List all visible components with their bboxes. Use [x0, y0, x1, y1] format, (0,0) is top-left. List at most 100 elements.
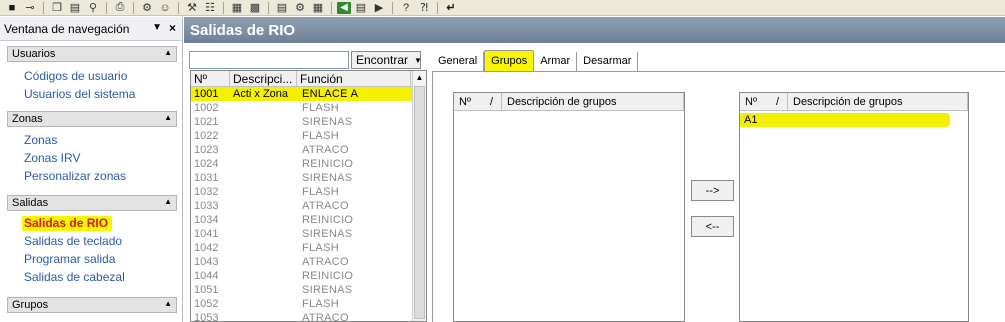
- vertical-scrollbar[interactable]: ▲: [412, 71, 426, 321]
- add-group-button[interactable]: -->: [691, 180, 734, 201]
- nav-group-header[interactable]: Salidas ▲: [7, 195, 177, 211]
- nav-item-programar-salida[interactable]: Programar salida: [7, 250, 177, 268]
- column-header-no[interactable]: Nº: [191, 71, 230, 86]
- pin-icon[interactable]: ▼: [152, 22, 162, 33]
- document-icon[interactable]: ▤: [353, 1, 369, 15]
- config-icon[interactable]: ⚒: [184, 1, 200, 15]
- column-header-no[interactable]: Nº /: [454, 93, 502, 110]
- tab-desarmar[interactable]: Desarmar: [577, 52, 639, 71]
- back-icon[interactable]: ◀: [337, 1, 351, 14]
- save-icon[interactable]: ■: [4, 1, 20, 15]
- table-row[interactable]: 1032 FLASH: [191, 185, 426, 199]
- cell-no: 1042: [194, 242, 219, 254]
- table-row[interactable]: 1042 FLASH: [191, 241, 426, 255]
- table-row[interactable]: 1043 ATRACO: [191, 255, 426, 269]
- list-item[interactable]: A1: [740, 113, 950, 127]
- cell-no: 1052: [194, 298, 219, 310]
- copy-icon[interactable]: ❐: [49, 1, 65, 15]
- nav-item-codigos-de-usuario[interactable]: Códigos de usuario: [7, 67, 177, 85]
- attach-icon[interactable]: ⊸: [22, 1, 38, 15]
- remove-group-button[interactable]: <--: [691, 216, 734, 237]
- tab-bar: General Grupos Armar Desarmar: [432, 50, 1005, 72]
- cell-function: ATRACO: [302, 144, 349, 156]
- search-input[interactable]: [189, 51, 349, 69]
- scroll-up-icon[interactable]: ▲: [413, 71, 426, 85]
- tab-grupos[interactable]: Grupos: [484, 50, 535, 71]
- assigned-groups-list[interactable]: Nº / Descripción de grupos A1: [739, 92, 969, 322]
- chevron-down-icon[interactable]: ▼: [414, 56, 422, 65]
- chevron-up-icon[interactable]: ▲: [164, 299, 172, 308]
- forward-icon[interactable]: ▶: [371, 1, 387, 15]
- cell-description: [230, 283, 297, 297]
- exit-icon[interactable]: ↵: [443, 1, 459, 15]
- table-row[interactable]: 1022 FLASH: [191, 129, 426, 143]
- toolbar-separator: [331, 1, 332, 14]
- report-icon[interactable]: ▦: [310, 1, 326, 15]
- column-header-description[interactable]: Descripción de grupos: [788, 93, 968, 110]
- paste-icon[interactable]: ▤: [67, 1, 83, 15]
- table-row[interactable]: 1041 SIRENAS: [191, 227, 426, 241]
- tab-content-grupos: Nº / Descripción de grupos --> <-- Nº / De…: [432, 72, 1005, 322]
- help-icon[interactable]: ?: [398, 1, 414, 15]
- nav-item-salidas-de-rio[interactable]: Salidas de RIO: [7, 214, 177, 232]
- nav-item-salidas-de-cabezal[interactable]: Salidas de cabezal: [7, 268, 177, 286]
- available-groups-list[interactable]: Nº / Descripción de grupos: [453, 92, 685, 322]
- nav-group-header[interactable]: Grupos ▲: [7, 297, 177, 313]
- table-row[interactable]: 1033 ATRACO: [191, 199, 426, 213]
- nav-item-personalizar-zonas[interactable]: Personalizar zonas: [7, 167, 177, 185]
- cell-function: FLASH: [302, 130, 339, 142]
- table-row[interactable]: 1023 ATRACO: [191, 143, 426, 157]
- toolbar: ■ ⊸ ❐ ▤ ⚲ ⎙ ⚙ ☺ ⚒ ☷ ▦ ▩ ▤ ⚙ ▦ ◀ ▤ ▶ ? ⁈ …: [0, 0, 1005, 16]
- cell-function: FLASH: [302, 298, 339, 310]
- user-icon[interactable]: ☺: [157, 1, 173, 15]
- cell-no: 1024: [194, 158, 219, 170]
- table-row[interactable]: 1051 SIRENAS: [191, 283, 426, 297]
- monitor-icon[interactable]: ▩: [247, 1, 263, 15]
- search-icon[interactable]: ⚲: [85, 1, 101, 15]
- cell-function: FLASH: [302, 186, 339, 198]
- nav-item-zonas[interactable]: Zonas: [7, 131, 177, 149]
- nav-group-zonas: Zonas ▲ Zonas Zonas IRV Personalizar zon…: [7, 111, 177, 185]
- tab-general[interactable]: General: [432, 52, 485, 71]
- chevron-up-icon[interactable]: ▲: [164, 113, 172, 122]
- table-row[interactable]: 1002 FLASH: [191, 101, 426, 115]
- chevron-up-icon[interactable]: ▲: [164, 197, 172, 206]
- cell-function: ATRACO: [302, 200, 349, 212]
- table-row[interactable]: 1052 FLASH: [191, 297, 426, 311]
- network-icon[interactable]: ☷: [202, 1, 218, 15]
- nav-group-header[interactable]: Zonas ▲: [7, 111, 177, 127]
- scrollbar-thumb[interactable]: [414, 86, 425, 319]
- column-header-function[interactable]: Función: [297, 71, 411, 86]
- cell-function: REINICIO: [302, 214, 354, 226]
- document-icon[interactable]: ▤: [274, 1, 290, 15]
- context-help-icon[interactable]: ⁈: [416, 1, 432, 15]
- cell-function: SIRENAS: [302, 116, 353, 128]
- tools-icon[interactable]: ⚙: [139, 1, 155, 15]
- report-icon[interactable]: ▦: [229, 1, 245, 15]
- table-row[interactable]: 1053 ATRACO: [191, 311, 426, 321]
- table-row[interactable]: 1001 Acti x Zona ENLACE A: [191, 87, 426, 101]
- cell-function: REINICIO: [302, 158, 354, 170]
- column-header-no[interactable]: Nº /: [740, 93, 788, 110]
- nav-group-header[interactable]: Usuarios ▲: [7, 46, 177, 62]
- print-icon[interactable]: ⎙: [112, 1, 128, 15]
- table-row[interactable]: 1031 SIRENAS: [191, 171, 426, 185]
- navigation-pane-title: Ventana de navegación: [4, 21, 130, 36]
- toolbar-separator: [43, 1, 44, 14]
- config-icon[interactable]: ⚙: [292, 1, 308, 15]
- search-button[interactable]: Encontrar ▼: [351, 51, 422, 69]
- table-row[interactable]: 1021 SIRENAS: [191, 115, 426, 129]
- table-row[interactable]: 1044 REINICIO: [191, 269, 426, 283]
- nav-item-salidas-de-teclado[interactable]: Salidas de teclado: [7, 232, 177, 250]
- tab-armar[interactable]: Armar: [534, 52, 578, 71]
- chevron-up-icon[interactable]: ▲: [164, 48, 172, 57]
- close-icon[interactable]: ×: [169, 21, 176, 35]
- column-header-description[interactable]: Descripción de grupos: [502, 93, 684, 110]
- nav-item-zonas-irv[interactable]: Zonas IRV: [7, 149, 177, 167]
- toolbar-separator: [133, 1, 134, 14]
- nav-item-usuarios-del-sistema[interactable]: Usuarios del sistema: [7, 85, 177, 103]
- column-header-description[interactable]: Descripci...: [230, 71, 297, 86]
- table-row[interactable]: 1024 REINICIO: [191, 157, 426, 171]
- page-title-bar: Salidas de RIO: [184, 17, 1005, 43]
- table-row[interactable]: 1034 REINICIO: [191, 213, 426, 227]
